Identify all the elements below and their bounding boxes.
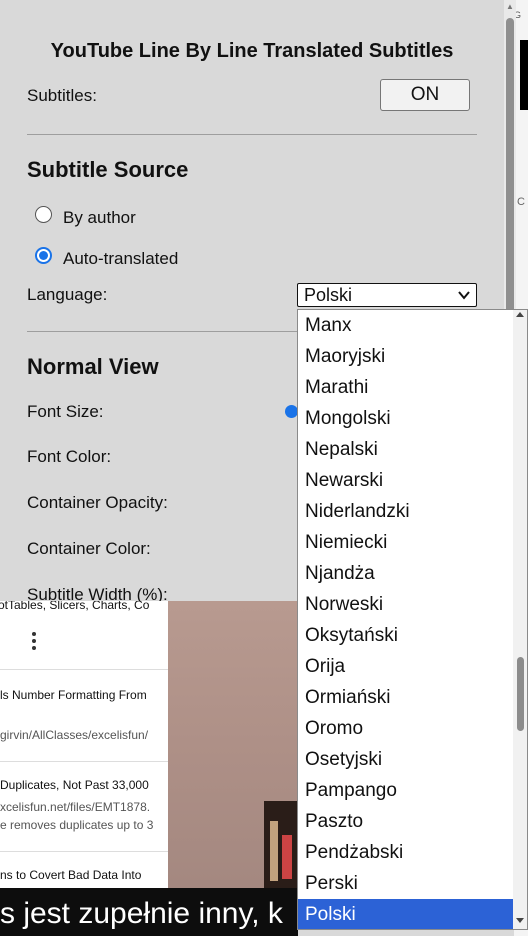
- container-color-label: Container Color:: [27, 539, 151, 558]
- more-options-icon[interactable]: [28, 631, 40, 651]
- normal-view-heading: Normal View: [27, 354, 159, 379]
- video-frame[interactable]: [168, 601, 298, 888]
- language-select-value: Polski: [304, 285, 353, 305]
- language-label: Language:: [27, 285, 108, 304]
- subtitles-toggle-button[interactable]: ON: [380, 79, 470, 111]
- language-option[interactable]: Niemiecki: [298, 527, 514, 558]
- by-author-label[interactable]: By author: [63, 208, 136, 228]
- subtitle-source-heading: Subtitle Source: [27, 157, 189, 182]
- popup-title: YouTube Line By Line Translated Subtitle…: [50, 40, 454, 62]
- language-option[interactable]: Perski: [298, 868, 514, 899]
- divider: [27, 134, 477, 135]
- language-option[interactable]: Mongolski: [298, 403, 514, 434]
- strip-text-mid: C: [517, 196, 525, 208]
- divider: [0, 851, 168, 852]
- language-option[interactable]: Newarski: [298, 465, 514, 496]
- scroll-up-arrow-icon[interactable]: ▲: [506, 2, 514, 11]
- video-book-image: [282, 835, 292, 879]
- language-option[interactable]: Osetyjski: [298, 744, 514, 775]
- divider: [0, 669, 168, 670]
- language-option[interactable]: Pendżabski: [298, 837, 514, 868]
- auto-translated-label[interactable]: Auto-translated: [63, 249, 178, 269]
- playlist-header-text: otTables, Slicers, Charts, Co: [0, 601, 150, 612]
- language-option[interactable]: Njandża: [298, 558, 514, 589]
- language-option[interactable]: Nepalski: [298, 434, 514, 465]
- scroll-up-arrow-icon[interactable]: [516, 312, 524, 317]
- chevron-down-icon: [458, 291, 470, 300]
- playlist-item-title[interactable]: ns to Covert Bad Data Into: [0, 868, 141, 882]
- font-color-label: Font Color:: [27, 447, 112, 466]
- language-select[interactable]: Polski: [297, 283, 477, 307]
- language-option[interactable]: Oksytański: [298, 620, 514, 651]
- strip-video-edge: [520, 40, 528, 110]
- language-option[interactable]: Norweski: [298, 589, 514, 620]
- language-option[interactable]: Pampango: [298, 775, 514, 806]
- playlist-item-subtitle: girvin/AllClasses/excelisfun/: [0, 728, 149, 742]
- youtube-page-area: otTables, Slicers, Charts, Co ls Number …: [0, 601, 298, 936]
- playlist-panel: otTables, Slicers, Charts, Co ls Number …: [0, 601, 168, 888]
- playlist-item-subtitle: e removes duplicates up to 3: [0, 818, 154, 832]
- language-option[interactable]: Maoryjski: [298, 341, 514, 372]
- language-dropdown-list[interactable]: Manx Maoryjski Marathi Mongolski Nepalski New…: [297, 309, 528, 930]
- dropdown-scrollbar[interactable]: [513, 310, 527, 929]
- language-option[interactable]: Niderlandzki: [298, 496, 514, 527]
- language-option[interactable]: Orija: [298, 651, 514, 682]
- playlist-item-title[interactable]: Duplicates, Not Past 33,000: [0, 778, 149, 792]
- video-shelf-image: [264, 801, 298, 888]
- language-option[interactable]: Ormiański: [298, 682, 514, 713]
- container-opacity-label: Container Opacity:: [27, 493, 168, 512]
- playlist-item-subtitle: xcelisfun.net/files/EMT1878.: [0, 800, 151, 814]
- language-option[interactable]: Oromo: [298, 713, 514, 744]
- auto-translated-radio[interactable]: [35, 247, 52, 264]
- language-option[interactable]: Marathi: [298, 372, 514, 403]
- subtitles-label: Subtitles:: [27, 86, 97, 105]
- caption-text: s jest zupełnie inny, k: [0, 897, 283, 930]
- dropdown-scrollbar-thumb[interactable]: [517, 657, 524, 731]
- by-author-radio[interactable]: [35, 206, 52, 223]
- language-option[interactable]: Paszto: [298, 806, 514, 837]
- playlist-item-title[interactable]: ls Number Formatting From: [0, 688, 147, 702]
- language-option[interactable]: Polski: [298, 899, 514, 929]
- font-size-label: Font Size:: [27, 402, 104, 421]
- video-book-image: [270, 821, 278, 881]
- divider: [0, 761, 168, 762]
- language-option[interactable]: Manx: [298, 310, 514, 341]
- scroll-down-arrow-icon[interactable]: [516, 918, 524, 923]
